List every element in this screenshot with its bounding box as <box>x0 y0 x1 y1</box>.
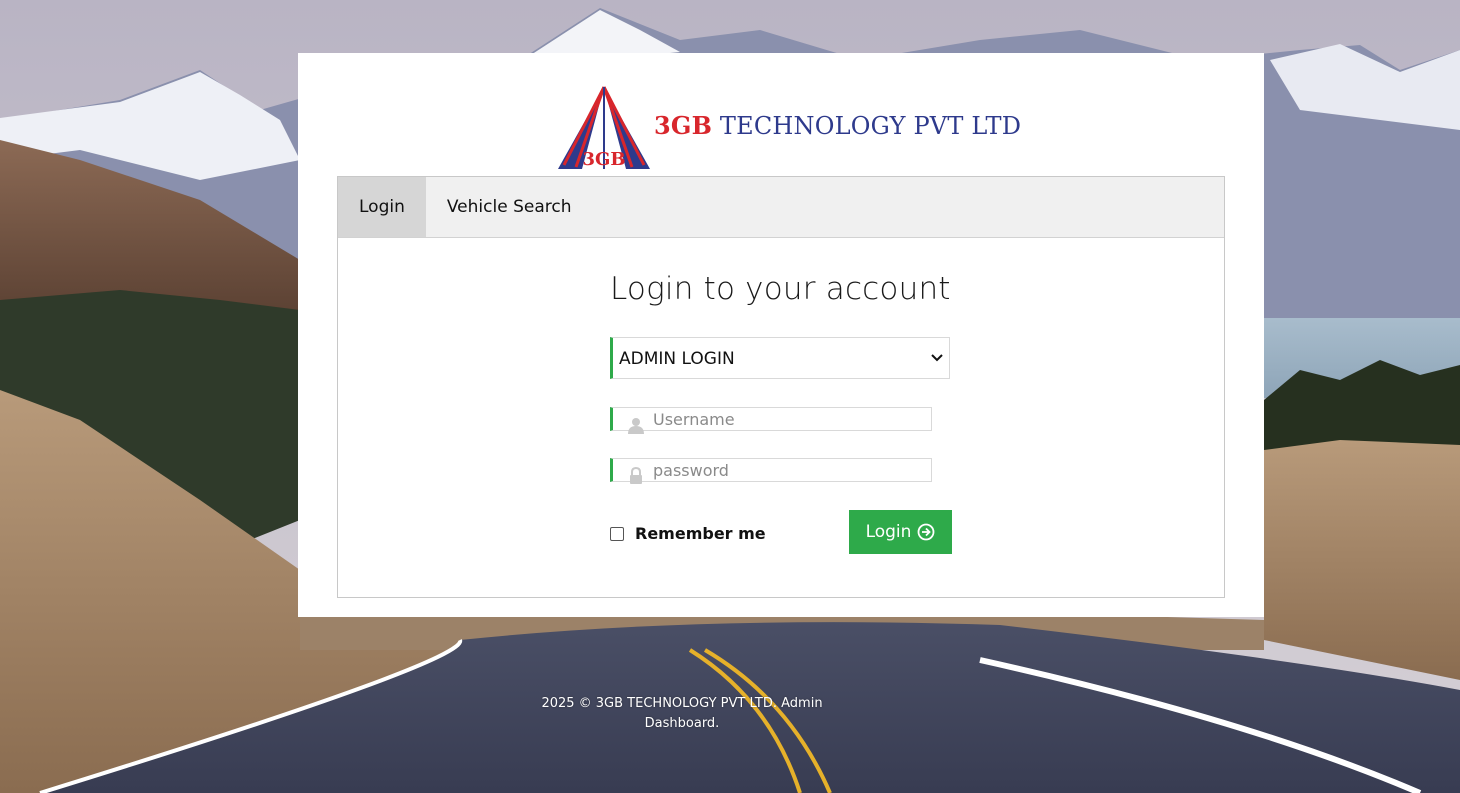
user-icon <box>628 418 644 434</box>
tab-login[interactable]: Login <box>338 177 426 237</box>
login-button[interactable]: Login <box>849 510 952 554</box>
form-title: Login to your account <box>610 271 951 307</box>
tab-vehicle-search[interactable]: Vehicle Search <box>426 177 593 237</box>
company-name-prefix: 3GB <box>654 111 713 140</box>
remember-me: Remember me <box>610 524 766 543</box>
logo-monogram: 3GB <box>582 149 625 170</box>
remember-me-label[interactable]: Remember me <box>635 524 766 543</box>
password-input[interactable] <box>653 459 928 481</box>
company-name: 3GB TECHNOLOGY PVT LTD <box>654 111 1021 140</box>
tab-bar: Login Vehicle Search <box>338 177 1224 238</box>
login-type-select[interactable]: ADMIN LOGIN <box>610 337 950 379</box>
login-form: Login to your account ADMIN LOGIN Userna… <box>610 269 952 554</box>
password-field <box>610 458 932 484</box>
company-name-suffix: TECHNOLOGY PVT LTD <box>712 112 1022 140</box>
login-button-label: Login <box>865 522 912 542</box>
chevron-down-icon <box>931 354 943 362</box>
footer-copyright: 2025 © 3GB TECHNOLOGY PVT LTD. Admin Das… <box>541 696 823 731</box>
lock-icon <box>630 467 642 484</box>
auth-panel: Login Vehicle Search Login to your accou… <box>337 176 1225 598</box>
login-type-selected: ADMIN LOGIN <box>619 349 735 369</box>
remember-me-checkbox[interactable] <box>610 526 624 541</box>
login-card: 3GB 3GB TECHNOLOGY PVT LTD Login Vehicle… <box>298 53 1264 617</box>
company-logo: 3GB 3GB TECHNOLOGY PVT LTD <box>556 85 1021 171</box>
username-field <box>610 407 932 434</box>
username-input[interactable] <box>653 408 928 430</box>
arrow-circle-right-icon <box>918 523 935 541</box>
triangle-logo-icon: 3GB <box>558 86 650 170</box>
